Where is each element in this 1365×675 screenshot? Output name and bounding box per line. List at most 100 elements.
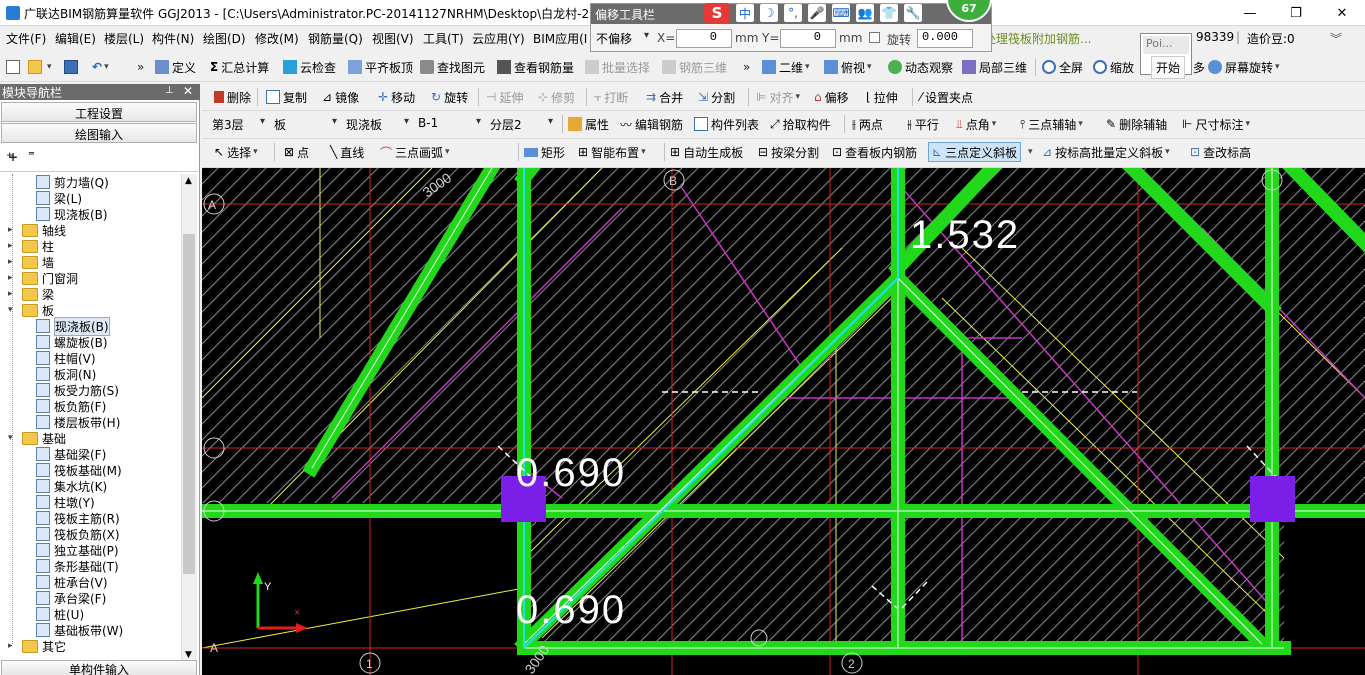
overflow-chevron-icon[interactable]: »	[137, 57, 144, 77]
tree-item[interactable]: 桩承台(V)	[36, 574, 108, 590]
tree-item[interactable]: 筏板基础(M)	[36, 462, 122, 478]
menu-cloud[interactable]: 云应用(Y)	[472, 30, 525, 47]
select-dropdown[interactable]: ↖ 选择 ▾	[214, 142, 258, 162]
move-button[interactable]: ✛ 移动	[378, 87, 415, 107]
mirror-button[interactable]: ⊿ 镜像	[322, 87, 359, 107]
add-tree-icon[interactable]: +	[8, 150, 18, 164]
break-button[interactable]: ⫟ 打断	[594, 87, 628, 107]
tree-item[interactable]: 筏板负筋(X)	[36, 526, 120, 542]
tree-item[interactable]: 板负筋(F)	[36, 398, 106, 414]
tree-folder[interactable]: ▸ 其它	[8, 638, 66, 654]
extend-button[interactable]: ⊣ 延伸	[486, 87, 523, 107]
split-button[interactable]: ⇲ 分割	[698, 87, 735, 107]
top-view-dropdown[interactable]: 俯视 ▾	[824, 57, 872, 77]
offset-button[interactable]: ⌂ 偏移	[814, 87, 849, 107]
stretch-button[interactable]: ⌊ 拉伸	[866, 87, 898, 107]
undo-icon[interactable]: ↶ ▾	[92, 57, 109, 77]
menu-file[interactable]: 文件(F)	[6, 30, 46, 47]
point-angle-dropdown[interactable]: ⫫ 点角 ▾	[956, 114, 996, 134]
menu-rebar-qty[interactable]: 钢筋量(Q)	[308, 30, 363, 47]
menu-tools[interactable]: 工具(T)	[423, 30, 464, 47]
collapse-arrow-icon[interactable]: ▾	[8, 433, 18, 443]
tree-item[interactable]: 基础梁(F)	[36, 446, 106, 462]
layer-select[interactable]: 分层2	[486, 114, 556, 134]
tree-folder[interactable]: ▸ 门窗洞	[8, 270, 78, 286]
search-popup[interactable]: Poi... 开始	[1140, 33, 1192, 79]
tree-item[interactable]: 独立基础(P)	[36, 542, 119, 558]
sogou-logo-icon[interactable]: S	[704, 3, 730, 23]
tree-item[interactable]: 筏板主筋(R)	[36, 510, 120, 526]
trim-button[interactable]: ⊹ 修剪	[538, 87, 575, 107]
menu-hint[interactable]: 处理筏板附加钢筋...	[984, 30, 1091, 47]
tree-item[interactable]: 楼层板带(H)	[36, 414, 120, 430]
expand-arrow-icon[interactable]: ▸	[8, 257, 18, 267]
rotate-checkbox[interactable]	[869, 32, 880, 43]
type-select[interactable]: 板	[270, 114, 340, 134]
expand-arrow-icon[interactable]: ▸	[8, 641, 18, 651]
menu-view[interactable]: 视图(V)	[372, 30, 414, 47]
tree-scrollbar[interactable]: ▲ ▼	[181, 174, 197, 664]
rotate-button[interactable]: ↻ 旋转	[431, 87, 468, 107]
menu-modify[interactable]: 修改(M)	[255, 30, 299, 47]
expand-arrow-icon[interactable]: ▸	[8, 241, 18, 251]
tree-folder[interactable]: ▸ 梁	[8, 286, 54, 302]
split-by-beam-button[interactable]: ⊟ 按梁分割	[758, 142, 819, 162]
view-2d-dropdown[interactable]: 二维 ▾	[762, 57, 810, 77]
tree-item[interactable]: 柱墩(Y)	[36, 494, 95, 510]
three-point-slope-button[interactable]: ⊾ 三点定义斜板	[928, 142, 1022, 162]
collapse-arrow-icon[interactable]: ▾	[8, 305, 18, 315]
delete-axis-button[interactable]: ✎ 删除辅轴	[1106, 114, 1167, 134]
tree-item[interactable]: 承台梁(F)	[36, 590, 106, 606]
y-offset-input[interactable]: 0	[780, 29, 836, 48]
save-icon[interactable]	[64, 57, 81, 77]
two-points-button[interactable]: ⫲ 两点	[852, 114, 883, 134]
new-file-icon[interactable]	[6, 57, 23, 77]
tree-item[interactable]: 板洞(N)	[36, 366, 96, 382]
tree-item[interactable]: 柱帽(V)	[36, 350, 96, 366]
align-dropdown[interactable]: ⊫ 对齐 ▾	[756, 87, 800, 107]
rectangle-button[interactable]: 矩形	[524, 142, 565, 162]
menu-draw[interactable]: 绘图(D)	[203, 30, 246, 47]
set-grip-button[interactable]: ⁄ 设置夹点	[920, 87, 973, 107]
cloud-check-button[interactable]: 云检查	[283, 57, 336, 77]
pick-component-button[interactable]: ⤢ 拾取构件	[770, 114, 831, 134]
offset-mode-select[interactable]: 不偏移	[592, 28, 652, 48]
tree-item[interactable]: 剪力墙(Q)	[36, 174, 109, 190]
zoom-button[interactable]: 缩放	[1093, 57, 1134, 77]
users-icon[interactable]: 👥	[856, 4, 874, 22]
collapse-all-icon[interactable]: ⁼	[28, 149, 35, 164]
rotate-input[interactable]: 0.000	[917, 29, 973, 48]
tree-item[interactable]: 条形基础(T)	[36, 558, 119, 574]
ime-toolbar[interactable]: S 中 ☽ °, 🎤 ⌨ 👥 👕 🔧	[704, 3, 922, 23]
more-chevron-icon[interactable]: ︾	[1330, 30, 1342, 47]
tree-item[interactable]: 板受力筋(S)	[36, 382, 119, 398]
ime-chinese-icon[interactable]: 中	[736, 4, 754, 22]
three-point-axis-dropdown[interactable]: ⫯ 三点辅轴 ▾	[1020, 114, 1083, 134]
shirt-icon[interactable]: 👕	[880, 4, 898, 22]
view-rebar-qty-button[interactable]: 查看钢筋量	[497, 57, 574, 77]
scrollbar-thumb[interactable]	[183, 234, 195, 574]
menu-edit[interactable]: 编辑(E)	[55, 30, 96, 47]
properties-button[interactable]: 属性	[568, 114, 609, 134]
maximize-button[interactable]: ❐	[1273, 0, 1319, 26]
batch-slope-by-elevation-dropdown[interactable]: ⊿ 按标高批量定义斜板 ▾	[1042, 142, 1170, 162]
expand-arrow-icon[interactable]: ▸	[8, 273, 18, 283]
drawing-canvas[interactable]: A B A 1 2 3000 3000 1.532 0.690 0.690 Y …	[202, 168, 1365, 675]
component-list-button[interactable]: 构件列表	[694, 114, 759, 134]
account-id[interactable]: 98339	[1196, 30, 1234, 44]
dimension-dropdown[interactable]: ⊩ 尺寸标注 ▾	[1182, 114, 1250, 134]
popup-input[interactable]: Poi...	[1143, 36, 1189, 54]
open-folder-icon[interactable]: ▾	[28, 57, 52, 77]
keyboard-icon[interactable]: ⌨	[832, 4, 850, 22]
define-button[interactable]: 定义	[155, 57, 196, 77]
three-point-arc-dropdown[interactable]: ⌒ 三点画弧 ▾	[380, 142, 450, 162]
parallel-button[interactable]: ⫳ 平行	[907, 114, 939, 134]
tree-folder[interactable]: ▸ 墙	[8, 254, 54, 270]
close-button[interactable]: ✕	[1319, 0, 1365, 26]
ime-punct-icon[interactable]: °,	[784, 4, 802, 22]
edit-rebar-button[interactable]: 〰编辑钢筋	[620, 114, 683, 134]
batch-select-button[interactable]: 批量选择	[585, 57, 650, 77]
tree-item[interactable]: 桩(U)	[36, 606, 84, 622]
view-slab-rebar-button[interactable]: ⊡ 查看板内钢筋	[832, 142, 917, 162]
minimize-button[interactable]: —	[1227, 0, 1273, 26]
